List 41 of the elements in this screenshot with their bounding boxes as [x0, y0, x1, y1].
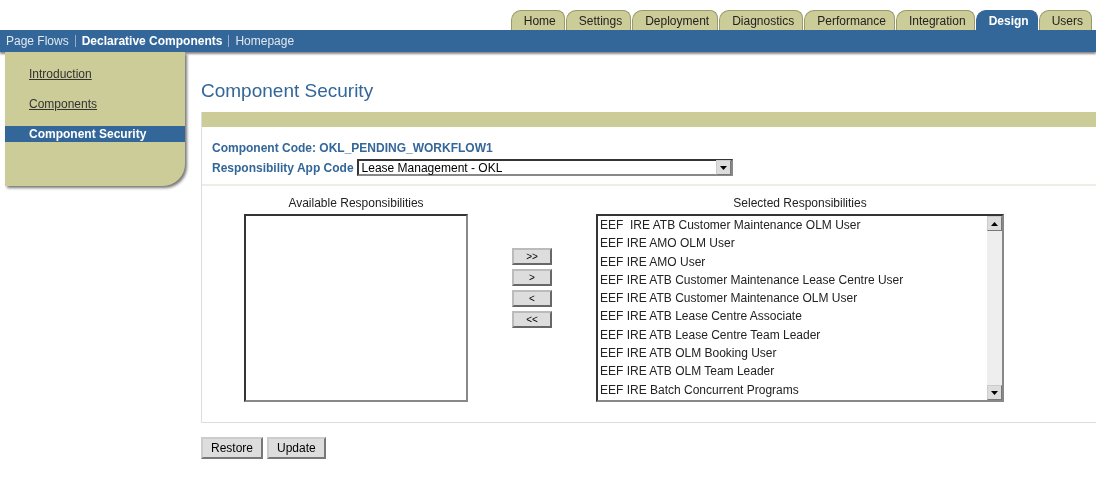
nav-tab[interactable]: Diagnostics: [719, 10, 804, 30]
available-list[interactable]: [244, 214, 468, 402]
scroll-down-icon[interactable]: [987, 385, 1002, 400]
sidebar-item[interactable]: Components: [5, 96, 185, 112]
list-item[interactable]: EEF IRE ATB OLM Booking User: [600, 344, 987, 363]
nav-tab[interactable]: Home: [510, 10, 565, 30]
nav-tab[interactable]: Users: [1038, 10, 1092, 30]
sidebar-item[interactable]: Component Security: [5, 126, 185, 142]
action-button[interactable]: Update: [267, 437, 326, 459]
list-item[interactable]: EEF IRE Batch Concurrent Programs: [600, 380, 987, 399]
scrollbar[interactable]: [987, 216, 1002, 400]
list-item[interactable]: EEF IRE ATB Customer Maintenance OLM User: [600, 289, 987, 308]
list-item[interactable]: EEF IRE ATB Lease Centre Team Leader: [600, 325, 987, 345]
nav-tab[interactable]: Performance: [804, 10, 895, 30]
page-title: Component Security: [201, 80, 375, 102]
subnav-link[interactable]: Page Flows: [6, 34, 69, 48]
move-button[interactable]: >>: [512, 248, 552, 265]
move-button[interactable]: <: [512, 290, 552, 307]
list-heading: Selected Responsibilities: [733, 196, 867, 210]
selected-list[interactable]: [596, 214, 1004, 402]
nav-tab[interactable]: Deployment: [632, 10, 719, 30]
scroll-up-icon[interactable]: [987, 216, 1002, 231]
component-code: Component Code: OKL_PENDING_WORKFLOW1: [212, 141, 494, 155]
subnav-link[interactable]: Declarative Components: [81, 34, 223, 48]
app-code-dropdown[interactable]: Lease Management - OKL: [356, 159, 733, 176]
list-item[interactable]: EEF IRE ATB OLM Team Leader: [600, 362, 987, 381]
sidebar-item[interactable]: Introduction: [5, 66, 185, 82]
list-item[interactable]: EEF IRE AMO OLM User: [600, 234, 987, 253]
list-item[interactable]: EEF IRE AMO User: [600, 252, 987, 271]
subnav-link[interactable]: Homepage: [235, 34, 295, 48]
list-item[interactable]: EEF IRE ATB Customer Maintenance OLM User: [600, 216, 987, 235]
list-heading: Available Responsibilities: [288, 196, 424, 210]
list-item[interactable]: EEF IRE ATB Lease Centre Associate: [600, 307, 987, 326]
move-button[interactable]: >: [512, 269, 552, 286]
move-button[interactable]: <<: [512, 311, 552, 328]
nav-tab[interactable]: Settings: [565, 10, 632, 30]
list-item[interactable]: EEF IRE ATB Customer Maintenance Lease Centre User: [600, 270, 987, 290]
nav-tab[interactable]: Design: [975, 10, 1038, 30]
field-label: Responsibility App Code: [212, 160, 354, 175]
action-button[interactable]: Restore: [201, 437, 264, 459]
nav-tab[interactable]: Integration: [895, 10, 975, 30]
